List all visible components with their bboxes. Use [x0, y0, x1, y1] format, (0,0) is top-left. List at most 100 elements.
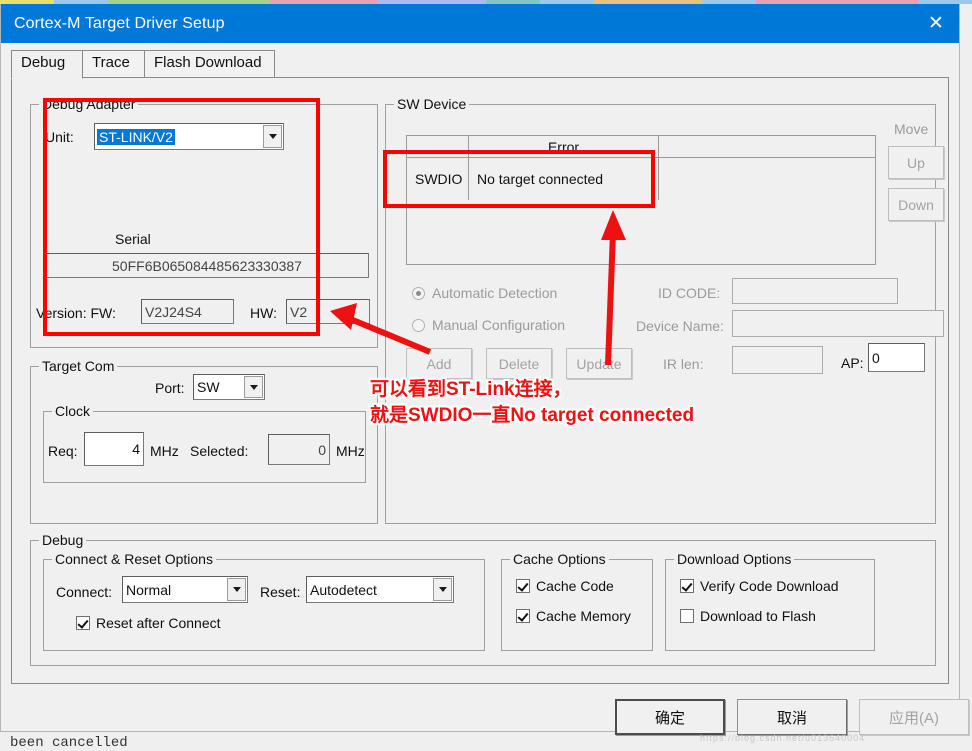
id-code-field [732, 278, 898, 304]
device-name-field [732, 310, 944, 337]
delete-button[interactable]: Delete [486, 348, 552, 379]
port-combobox-value: SW [197, 379, 220, 395]
reset-combobox-value: Autodetect [310, 581, 377, 598]
unit-combobox-value: ST-LINK/V2 [97, 128, 175, 145]
ap-input[interactable]: 0 [868, 343, 925, 372]
clock-req-input[interactable]: 4 [84, 432, 144, 466]
table-col-name [407, 136, 469, 157]
annotation-line-1: 可以看到ST-Link连接， [370, 379, 572, 400]
ap-label: AP: [841, 355, 864, 371]
row-signal-name: SWDIO [407, 158, 469, 200]
sw-device-group: SW Device Error SWDIO No target connecte… [385, 96, 944, 524]
table-col-extra [659, 136, 873, 157]
download-options-group: Download Options Verify Code Download Do… [665, 551, 875, 651]
fw-version-field: V2J24S4 [141, 299, 234, 324]
checkbox-indicator-icon [516, 609, 530, 623]
ok-button[interactable]: 确定 [615, 699, 725, 735]
serial-label: Serial [115, 231, 151, 247]
clock-selected-unit: MHz [336, 443, 365, 459]
serial-field: 50FF6B065084485623330387 [45, 253, 369, 278]
unit-label: Unit: [45, 129, 74, 145]
cache-code-checkbox[interactable]: Cache Code [516, 578, 614, 594]
version-fw-label: Version: FW: [36, 305, 116, 321]
device-name-label: Device Name: [636, 318, 724, 334]
debug-adapter-group: Debug Adapter Unit: ST-LINK/V2 Serial 50… [30, 96, 378, 348]
radio-automatic-detection-label: Automatic Detection [432, 285, 558, 301]
cache-options-group: Cache Options Cache Code Cache Memory [501, 551, 653, 651]
port-combobox[interactable]: SW [193, 374, 265, 400]
connect-reset-legend: Connect & Reset Options [52, 551, 216, 567]
annotation-line-2: 就是SWDIO一直No target connected [370, 405, 695, 426]
target-com-legend: Target Com [39, 358, 118, 374]
clock-req-label: Req: [48, 443, 78, 459]
target-com-group: Target Com Port: SW Clock Req: 4 MHz Sel… [30, 358, 378, 524]
background-console-text: been cancelled [10, 735, 128, 751]
debug-adapter-legend: Debug Adapter [39, 96, 139, 112]
unit-combobox[interactable]: ST-LINK/V2 [94, 123, 284, 150]
add-button[interactable]: Add [406, 348, 472, 379]
radio-manual-configuration-label: Manual Configuration [432, 317, 566, 333]
cache-options-legend: Cache Options [510, 551, 609, 567]
checkbox-indicator-icon [680, 609, 694, 623]
sw-device-table[interactable]: Error SWDIO No target connected [406, 135, 876, 265]
table-row[interactable]: SWDIO No target connected [407, 158, 875, 200]
tab-flash-download[interactable]: Flash Download [144, 50, 275, 77]
radio-indicator-icon [412, 318, 425, 332]
tab-trace[interactable]: Trace [82, 50, 145, 77]
clock-group: Clock Req: 4 MHz Selected: 0 MHz [43, 403, 366, 483]
radio-automatic-detection[interactable]: Automatic Detection [412, 285, 557, 301]
move-down-button[interactable]: Down [888, 188, 944, 221]
chevron-down-icon[interactable] [244, 376, 263, 398]
port-label: Port: [155, 380, 185, 396]
debug-options-group: Debug Connect & Reset Options Connect: N… [30, 532, 936, 666]
checkbox-indicator-icon [680, 579, 694, 593]
download-options-legend: Download Options [674, 551, 795, 567]
clock-legend: Clock [52, 403, 94, 419]
reset-after-connect-checkbox[interactable]: Reset after Connect [76, 615, 221, 631]
cancel-button[interactable]: 取消 [737, 699, 847, 735]
verify-code-download-checkbox[interactable]: Verify Code Download [680, 578, 839, 594]
cache-memory-label: Cache Memory [536, 608, 631, 624]
checkbox-indicator-icon [76, 616, 90, 630]
radio-indicator-icon [412, 286, 425, 300]
id-code-label: ID CODE: [658, 285, 721, 301]
ir-len-field [732, 346, 823, 374]
title-bar: Cortex-M Target Driver Setup ✕ [1, 4, 959, 43]
table-col-error: Error [469, 136, 659, 157]
radio-manual-configuration[interactable]: Manual Configuration [412, 317, 565, 333]
watermark-text: https://blog.csdn.net/u013640004 [700, 733, 866, 743]
reset-label: Reset: [260, 584, 301, 600]
move-up-button[interactable]: Up [888, 146, 944, 179]
ir-len-label: IR len: [663, 356, 704, 372]
connect-combobox-value: Normal [126, 581, 172, 598]
connect-combobox[interactable]: Normal [122, 576, 248, 603]
connect-label: Connect: [56, 584, 113, 600]
move-label: Move [894, 121, 929, 137]
download-to-flash-checkbox[interactable]: Download to Flash [680, 608, 816, 624]
row-extra [659, 158, 873, 200]
reset-combobox[interactable]: Autodetect [306, 576, 454, 603]
sw-device-legend: SW Device [394, 96, 470, 112]
download-to-flash-label: Download to Flash [700, 608, 816, 624]
hw-label: HW: [250, 305, 277, 321]
window-title: Cortex-M Target Driver Setup [14, 15, 225, 32]
close-icon[interactable]: ✕ [913, 4, 959, 43]
cache-memory-checkbox[interactable]: Cache Memory [516, 608, 631, 624]
cache-code-label: Cache Code [536, 578, 614, 594]
tab-debug[interactable]: Debug [11, 50, 83, 79]
debug-options-legend: Debug [39, 532, 87, 548]
row-error-text: No target connected [469, 158, 659, 200]
connect-reset-options-group: Connect & Reset Options Connect: Normal … [43, 551, 485, 651]
reset-after-connect-label: Reset after Connect [96, 615, 221, 631]
clock-selected-label: Selected: [190, 443, 249, 459]
verify-code-download-label: Verify Code Download [700, 578, 839, 594]
update-button[interactable]: Update [566, 348, 632, 379]
table-header-row: Error [407, 136, 875, 158]
chevron-down-icon[interactable] [433, 578, 452, 601]
apply-button[interactable]: 应用(A) [859, 699, 969, 735]
chevron-down-icon[interactable] [227, 578, 246, 601]
checkbox-indicator-icon [516, 579, 530, 593]
hw-version-field: V2 [286, 299, 370, 324]
chevron-down-icon[interactable] [263, 125, 282, 148]
clock-selected-field: 0 [268, 434, 330, 465]
